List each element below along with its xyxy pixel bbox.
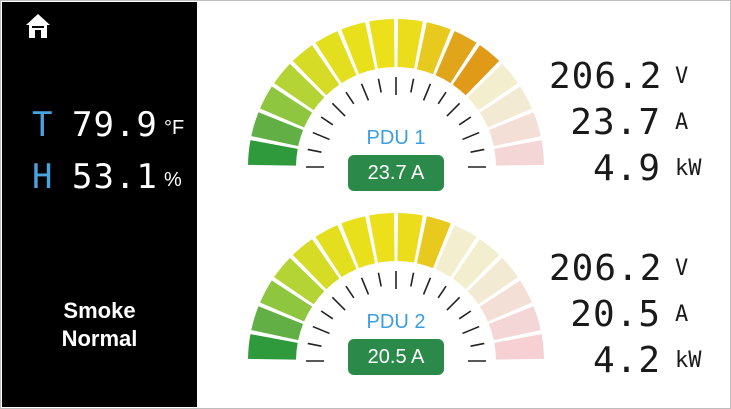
pdu1-gauge-tick <box>331 102 346 117</box>
pdu2-voltage-value: 206.2 <box>549 247 663 289</box>
temperature-reading: T 79.9 °F <box>32 102 184 142</box>
pdu1-gauge-tick <box>345 91 355 105</box>
pdu1-gauge-tick <box>458 116 472 126</box>
pdu2-gauge-tick <box>360 277 370 295</box>
temperature-tag: T <box>32 105 53 145</box>
pdu2-power-unit: kW <box>675 347 702 373</box>
pdu1-gauge-tick <box>470 148 485 153</box>
pdu2-current-unit: A <box>675 301 689 327</box>
pdu1-voltage-value: 206.2 <box>549 55 663 97</box>
pdu1-gauge-tick <box>320 116 334 126</box>
humidity-value: 53.1 <box>72 157 158 197</box>
pdu2-gauge-tick <box>470 342 485 347</box>
pdu1-gauge-tick <box>446 102 461 117</box>
pdu2-gauge-tick <box>320 310 334 320</box>
pdu2-gauge-tick <box>410 272 415 287</box>
smoke-state: Normal <box>61 326 138 351</box>
pdu-monitor-screen: T 79.9 °F H 53.1 % Smoke Normal PDU 1 23… <box>0 0 731 409</box>
pdu1-voltage-unit: V <box>675 63 689 89</box>
smoke-label: Smoke <box>63 298 136 323</box>
pdu1-gauge-tick <box>462 131 480 141</box>
humidity-reading: H 53.1 % <box>32 154 182 194</box>
pdu1-gauge-tick <box>377 78 382 93</box>
pdu2-current: 20.5 A <box>549 291 709 337</box>
pdu1-gauge-tick <box>410 78 415 93</box>
pdu2-gauge-tick <box>458 310 472 320</box>
pdu1-gauge: PDU 1 23.7 A <box>231 9 561 191</box>
pdu2-readings: 206.2 V 20.5 A 4.2 kW <box>549 245 709 383</box>
pdu2-current-value: 20.5 <box>570 293 661 335</box>
pdu2-voltage-unit: V <box>675 255 689 281</box>
pdu1-current-badge: 23.7 A <box>348 155 444 191</box>
pdu2-current-badge: 20.5 A <box>348 339 444 375</box>
pdu2-name: PDU 2 <box>366 311 426 333</box>
pdu1-current-unit: A <box>675 109 689 135</box>
pdu1-readings: 206.2 V 23.7 A 4.9 kW <box>549 53 709 191</box>
pdu2-gauge-tick <box>345 285 355 299</box>
pdu1-voltage: 206.2 V <box>549 53 709 99</box>
pdu2-gauge-tick <box>331 296 346 311</box>
pdu2-gauge-tick <box>446 296 461 311</box>
temperature-value: 79.9 <box>72 105 158 145</box>
pdu2-gauge-tick <box>312 325 330 335</box>
pdu2-gauge-tick <box>377 272 382 287</box>
temperature-unit: °F <box>164 117 185 139</box>
pdu1-current: 23.7 A <box>549 99 709 145</box>
smoke-status: Smoke Normal <box>2 297 197 353</box>
pdu1-gauge-tick <box>307 148 322 153</box>
pdu2-power-value: 4.2 <box>592 339 661 381</box>
humidity-unit: % <box>164 169 182 191</box>
pdu2-gauge-tick <box>422 277 432 295</box>
home-icon[interactable] <box>24 12 52 40</box>
pdu1-gauge-tick <box>360 83 370 101</box>
pdu2-gauge-tick <box>307 342 322 347</box>
pdu2-gauge: PDU 2 20.5 A <box>231 203 561 383</box>
pdu1-gauge-tick <box>437 91 447 105</box>
pdu2-gauge-tick <box>462 325 480 335</box>
pdu1-name: PDU 1 <box>366 127 426 149</box>
pdu1-power-unit: kW <box>675 155 702 181</box>
pdu1-power-value: 4.9 <box>592 147 661 189</box>
pdu1-gauge-tick <box>422 83 432 101</box>
pdu1-gauge-tick <box>312 131 330 141</box>
humidity-tag: H <box>32 157 53 197</box>
pdu1-power: 4.9 kW <box>549 145 709 191</box>
pdu2-power: 4.2 kW <box>549 337 709 383</box>
pdu1-current-value: 23.7 <box>570 101 661 143</box>
pdu2-gauge-tick <box>437 285 447 299</box>
pdu2-voltage: 206.2 V <box>549 245 709 291</box>
